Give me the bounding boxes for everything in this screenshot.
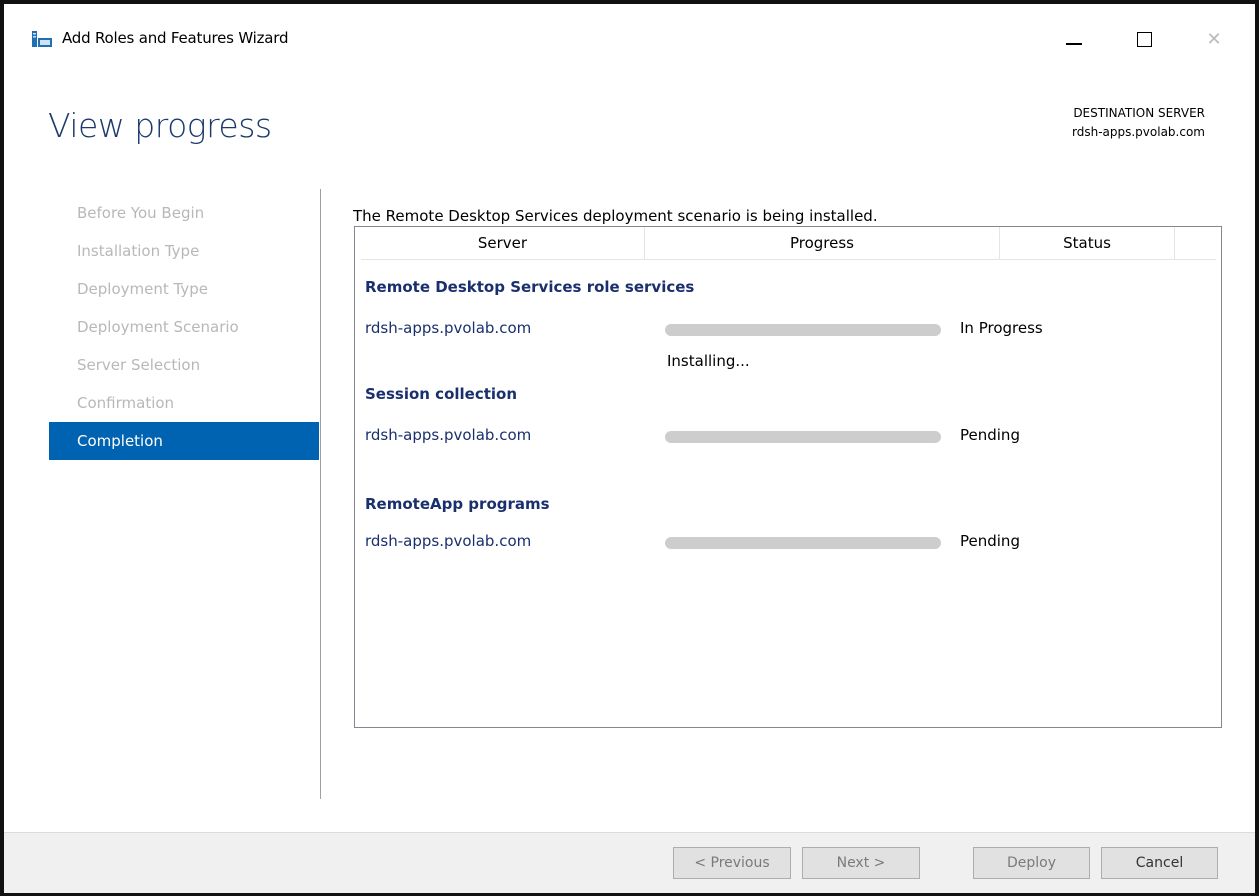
status-text: Pending xyxy=(960,426,1020,444)
cancel-button[interactable]: Cancel xyxy=(1101,847,1218,879)
minimize-button[interactable] xyxy=(1054,19,1094,59)
group-title: RemoteApp programs xyxy=(365,495,550,513)
close-icon: ✕ xyxy=(1206,28,1222,50)
wizard-window: Add Roles and Features Wizard ✕ View pro… xyxy=(0,0,1259,896)
progress-bar xyxy=(665,537,941,549)
nav-step-server-selection[interactable]: Server Selection xyxy=(49,346,319,384)
wizard-footer: < Previous Next > Deploy Cancel xyxy=(4,832,1255,893)
nav-step-deployment-type[interactable]: Deployment Type xyxy=(49,270,319,308)
status-text: Pending xyxy=(960,532,1020,550)
title-bar: Add Roles and Features Wizard ✕ xyxy=(4,4,1255,64)
progress-bar xyxy=(665,431,941,443)
destination-server-info: DESTINATION SERVER rdsh-apps.pvolab.com xyxy=(1072,104,1205,142)
destination-server-name: rdsh-apps.pvolab.com xyxy=(1072,125,1205,139)
status-message: The Remote Desktop Services deployment s… xyxy=(353,207,878,225)
nav-step-deployment-scenario[interactable]: Deployment Scenario xyxy=(49,308,319,346)
server-manager-icon xyxy=(31,30,53,48)
previous-button[interactable]: < Previous xyxy=(673,847,791,879)
nav-step-before-you-begin[interactable]: Before You Begin xyxy=(49,194,319,232)
progress-table: Server Progress Status Remote Desktop Se… xyxy=(354,226,1222,728)
next-button[interactable]: Next > xyxy=(802,847,920,879)
status-text: In Progress xyxy=(960,319,1043,337)
server-name: rdsh-apps.pvolab.com xyxy=(365,319,532,337)
minimize-icon xyxy=(1066,43,1082,45)
deploy-button[interactable]: Deploy xyxy=(973,847,1090,879)
nav-divider xyxy=(320,189,321,799)
progress-detail: Installing... xyxy=(667,352,750,370)
group-title: Session collection xyxy=(365,385,518,403)
maximize-button[interactable] xyxy=(1124,19,1164,59)
column-header-server[interactable]: Server xyxy=(361,227,645,259)
nav-step-confirmation[interactable]: Confirmation xyxy=(49,384,319,422)
wizard-steps-nav: Before You Begin Installation Type Deploym… xyxy=(49,194,319,460)
server-name: rdsh-apps.pvolab.com xyxy=(365,426,532,444)
nav-step-installation-type[interactable]: Installation Type xyxy=(49,232,319,270)
server-name: rdsh-apps.pvolab.com xyxy=(365,532,532,550)
window-title: Add Roles and Features Wizard xyxy=(62,29,289,47)
nav-step-completion[interactable]: Completion xyxy=(49,422,319,460)
table-header: Server Progress Status xyxy=(361,227,1216,260)
close-button[interactable]: ✕ xyxy=(1194,19,1234,59)
page-title: View progress xyxy=(48,106,272,145)
column-header-status[interactable]: Status xyxy=(1000,227,1175,259)
column-header-progress[interactable]: Progress xyxy=(645,227,1000,259)
group-title: Remote Desktop Services role services xyxy=(365,278,695,296)
progress-bar xyxy=(665,324,941,336)
maximize-icon xyxy=(1136,31,1152,47)
destination-server-label: DESTINATION SERVER xyxy=(1073,106,1205,120)
